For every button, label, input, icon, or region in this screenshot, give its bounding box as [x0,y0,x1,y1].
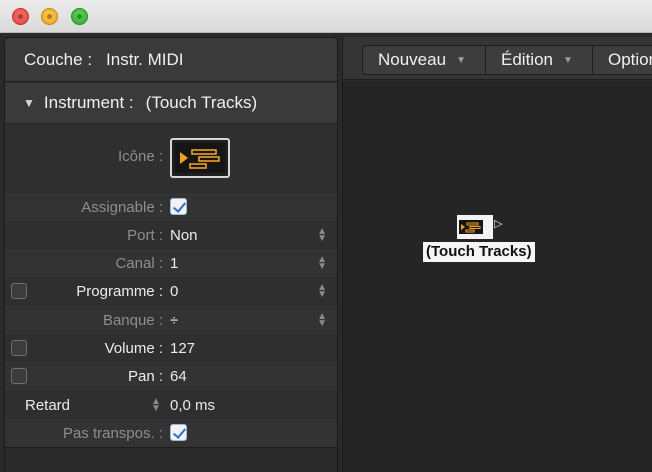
zoom-button[interactable] [71,8,88,25]
volume-checkbox[interactable] [11,340,27,356]
title-bar [0,0,652,33]
layer-header: Couche : Instr. MIDI [5,38,337,82]
canal-value[interactable]: 1 [170,255,178,272]
retard-selector[interactable]: Retard [25,397,70,414]
banque-row: Banque : ÷ ▲ ▼ [5,306,337,334]
environment-toolbar: Nouveau ▼ Édition ▼ Options [343,37,652,80]
dropdown-arrow-icon: ▼ [562,54,573,66]
retard-value[interactable]: 0,0 ms [170,397,215,414]
port-value[interactable]: Non [170,227,198,244]
assignable-row: Assignable : [5,193,337,221]
pas-transpos-label: Pas transpos. : [62,424,163,442]
options-menu-button[interactable]: Options [592,45,652,75]
icon-label: Icône : [117,147,163,165]
minimize-button[interactable] [41,8,58,25]
volume-value[interactable]: 127 [170,340,195,357]
pan-label: Pan : [127,367,163,385]
instrument-section-header[interactable]: ▼ Instrument : (Touch Tracks) [5,83,337,124]
canal-stepper-icon[interactable]: ▲ ▼ [317,255,327,272]
canal-label: Canal : [115,254,163,272]
touch-tracks-icon [175,143,225,173]
inspector-panel: Couche : Instr. MIDI ▼ Instrument : (Tou… [4,37,338,472]
nouveau-menu-button[interactable]: Nouveau ▼ [362,45,486,75]
canal-row: Canal : 1 ▲ ▼ [5,249,337,277]
options-label: Options [608,50,652,69]
programme-checkbox[interactable] [11,283,27,299]
pan-checkbox[interactable] [11,368,27,384]
touch-tracks-object[interactable] [457,215,493,239]
pas-transpos-checkbox[interactable] [170,424,187,441]
port-label: Port : [127,226,163,244]
instrument-icon-button[interactable] [170,138,230,178]
layer-label: Couche : [24,49,93,69]
programme-label: Programme : [76,282,163,300]
programme-row: Programme : 0 ▲ ▼ [5,277,337,305]
icon-row: Icône : [5,125,337,187]
assignable-label: Assignable : [81,198,163,216]
banque-value[interactable]: ÷ [170,312,178,329]
programme-value[interactable]: 0 [170,283,178,300]
layer-value: Instr. MIDI [106,49,184,69]
pan-value[interactable]: 64 [170,368,187,385]
edition-label: Édition [501,50,553,69]
edition-menu-button[interactable]: Édition ▼ [485,45,593,75]
instrument-name: (Touch Tracks) [145,93,258,112]
inspector-footer [5,447,337,472]
main-window: Couche : Instr. MIDI ▼ Instrument : (Tou… [0,33,652,472]
nouveau-label: Nouveau [378,50,447,69]
touch-tracks-object-label[interactable]: (Touch Tracks) [423,242,535,262]
volume-label: Volume : [104,339,163,357]
environment-panel: Nouveau ▼ Édition ▼ Options [342,37,652,472]
environment-canvas[interactable]: ▷ (Touch Tracks) [343,81,652,472]
touch-tracks-object-icon [459,220,483,234]
assignable-checkbox[interactable] [170,198,187,215]
pan-row: Pan : 64 [5,362,337,390]
banque-stepper-icon[interactable]: ▲ ▼ [317,312,327,329]
disclosure-triangle-icon[interactable]: ▼ [23,96,35,110]
instrument-label: Instrument : [43,93,134,112]
output-port-icon[interactable]: ▷ [494,217,502,230]
close-button[interactable] [12,8,29,25]
port-row: Port : Non ▲ ▼ [5,221,337,249]
retard-stepper-icon[interactable]: ▲ ▼ [151,397,161,414]
banque-label: Banque : [102,311,163,329]
retard-row: Retard ▲ ▼ 0,0 ms [5,391,337,419]
volume-row: Volume : 127 [5,334,337,362]
programme-stepper-icon[interactable]: ▲ ▼ [317,283,327,300]
pas-transpos-row: Pas transpos. : [5,419,337,447]
dropdown-arrow-icon: ▼ [456,54,466,66]
port-stepper-icon[interactable]: ▲ ▼ [317,227,327,244]
